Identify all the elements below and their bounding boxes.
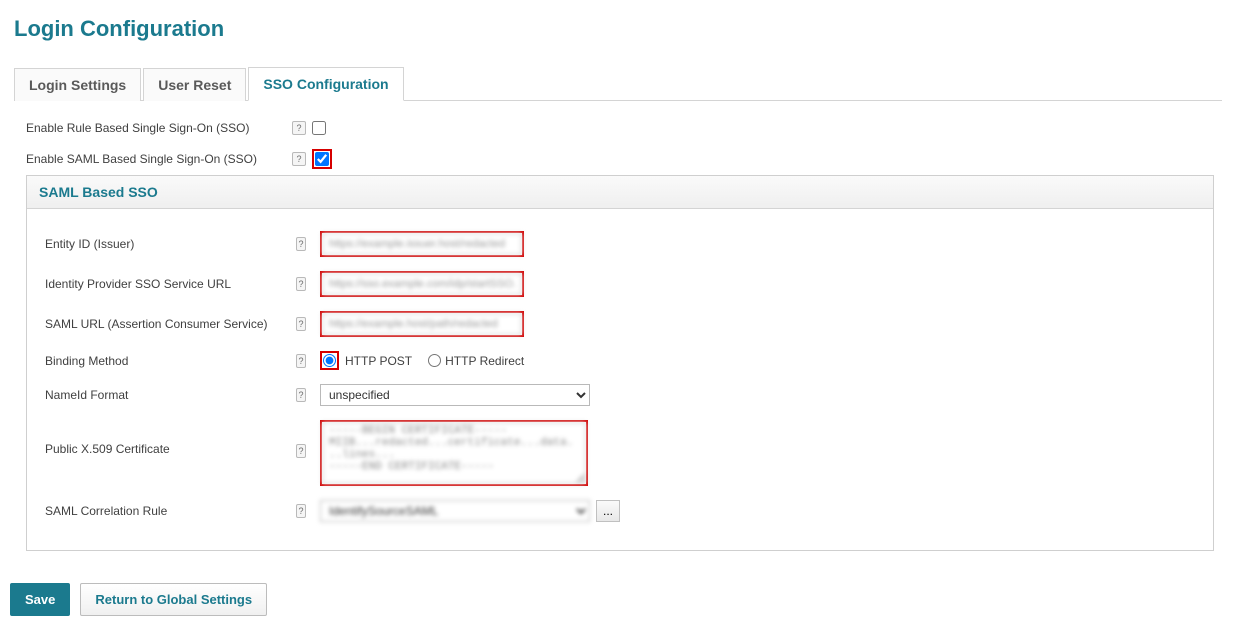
correlation-browse-button[interactable]: ... bbox=[596, 500, 620, 522]
saml-url-highlight bbox=[320, 311, 524, 337]
binding-redirect-radio[interactable] bbox=[428, 354, 441, 367]
tab-content: Enable Rule Based Single Sign-On (SSO) ?… bbox=[14, 101, 1222, 561]
idp-url-row: Identity Provider SSO Service URL ? bbox=[45, 271, 1195, 297]
saml-based-help-icon[interactable]: ? bbox=[292, 152, 306, 166]
saml-panel: SAML Based SSO Entity ID (Issuer) ? Iden… bbox=[26, 175, 1214, 551]
tab-user-reset[interactable]: User Reset bbox=[143, 68, 246, 101]
cert-row: Public X.509 Certificate ? bbox=[45, 420, 1195, 486]
tab-login-settings[interactable]: Login Settings bbox=[14, 68, 141, 101]
page-title: Login Configuration bbox=[14, 16, 1222, 42]
binding-help-icon[interactable]: ? bbox=[296, 354, 306, 368]
correlation-select[interactable]: IdentifySourceSAML bbox=[320, 500, 590, 522]
entity-id-row: Entity ID (Issuer) ? bbox=[45, 231, 1195, 257]
idp-url-highlight bbox=[320, 271, 524, 297]
return-button[interactable]: Return to Global Settings bbox=[80, 583, 267, 616]
nameid-select[interactable]: unspecified bbox=[320, 384, 590, 406]
footer-buttons: Save Return to Global Settings bbox=[10, 583, 1222, 616]
tab-sso-configuration[interactable]: SSO Configuration bbox=[248, 67, 403, 101]
cert-help-icon[interactable]: ? bbox=[296, 444, 306, 458]
binding-post-radio[interactable] bbox=[323, 354, 336, 367]
entity-id-highlight bbox=[320, 231, 524, 257]
binding-radio-group: HTTP POST HTTP Redirect bbox=[320, 351, 536, 370]
nameid-label: NameId Format bbox=[45, 388, 290, 402]
tabs-container: Login Settings User Reset SSO Configurat… bbox=[14, 66, 1222, 101]
entity-id-label: Entity ID (Issuer) bbox=[45, 237, 290, 251]
cert-label: Public X.509 Certificate bbox=[45, 420, 290, 456]
saml-url-label: SAML URL (Assertion Consumer Service) bbox=[45, 317, 290, 331]
cert-highlight bbox=[320, 420, 588, 486]
nameid-help-icon[interactable]: ? bbox=[296, 388, 306, 402]
correlation-label: SAML Correlation Rule bbox=[45, 504, 290, 518]
correlation-row: SAML Correlation Rule ? IdentifySourceSA… bbox=[45, 500, 1195, 522]
idp-url-input[interactable] bbox=[322, 273, 522, 295]
binding-redirect-label: HTTP Redirect bbox=[445, 354, 524, 368]
saml-based-checkbox[interactable] bbox=[315, 152, 329, 166]
rule-based-checkbox[interactable] bbox=[312, 121, 326, 135]
nameid-row: NameId Format ? unspecified bbox=[45, 384, 1195, 406]
rule-based-label: Enable Rule Based Single Sign-On (SSO) bbox=[26, 121, 286, 135]
idp-url-label: Identity Provider SSO Service URL bbox=[45, 277, 290, 291]
saml-url-input[interactable] bbox=[322, 313, 522, 335]
saml-based-sso-row: Enable SAML Based Single Sign-On (SSO) ? bbox=[26, 149, 1214, 169]
entity-id-help-icon[interactable]: ? bbox=[296, 237, 306, 251]
save-button[interactable]: Save bbox=[10, 583, 70, 616]
saml-panel-header: SAML Based SSO bbox=[27, 176, 1213, 209]
rule-based-sso-row: Enable Rule Based Single Sign-On (SSO) ? bbox=[26, 121, 1214, 135]
cert-textarea[interactable] bbox=[322, 422, 586, 484]
idp-url-help-icon[interactable]: ? bbox=[296, 277, 306, 291]
saml-panel-body: Entity ID (Issuer) ? Identity Provider S… bbox=[27, 209, 1213, 550]
saml-url-row: SAML URL (Assertion Consumer Service) ? bbox=[45, 311, 1195, 337]
binding-post-label: HTTP POST bbox=[345, 354, 412, 368]
saml-based-checkbox-highlight bbox=[312, 149, 332, 169]
rule-based-help-icon[interactable]: ? bbox=[292, 121, 306, 135]
binding-post-highlight bbox=[320, 351, 339, 370]
saml-url-help-icon[interactable]: ? bbox=[296, 317, 306, 331]
entity-id-input[interactable] bbox=[322, 233, 522, 255]
correlation-help-icon[interactable]: ? bbox=[296, 504, 306, 518]
binding-row: Binding Method ? HTTP POST HTTP Redirect bbox=[45, 351, 1195, 370]
binding-label: Binding Method bbox=[45, 354, 290, 368]
saml-based-label: Enable SAML Based Single Sign-On (SSO) bbox=[26, 152, 286, 166]
